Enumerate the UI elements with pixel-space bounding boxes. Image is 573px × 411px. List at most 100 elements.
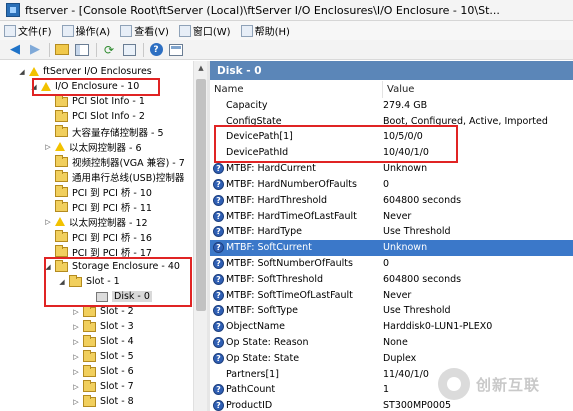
folder-icon <box>83 304 96 317</box>
property-row[interactable]: ? MTBF: SoftThreshold 604800 seconds <box>210 272 573 288</box>
folder-up-icon <box>55 44 69 55</box>
tree-item[interactable]: ◢ I/O Enclosure - 10 <box>30 79 139 94</box>
property-row[interactable]: ? Op State: State Duplex <box>210 351 573 367</box>
tree-item[interactable]: ▷ Slot - 4 <box>72 334 134 349</box>
property-row[interactable]: ? MTBF: SoftTimeOfLastFault Never <box>210 288 573 304</box>
collapse-arrow-icon[interactable]: ◢ <box>30 83 38 91</box>
property-row[interactable]: Capacity 279.4 GB <box>210 98 573 114</box>
expand-arrow-icon[interactable]: ▷ <box>72 353 80 361</box>
back-button[interactable]: ◀ <box>6 42 24 58</box>
folder-icon <box>83 349 96 362</box>
expand-arrow-icon[interactable]: ▷ <box>72 368 80 376</box>
expand-arrow-icon[interactable]: ▷ <box>44 143 52 151</box>
action-pane-button[interactable] <box>167 42 185 58</box>
tree-item[interactable]: 大容量存储控制器 - 5 <box>55 124 164 139</box>
menu-action[interactable]: 操作(A) <box>61 23 110 38</box>
info-icon: ? <box>213 179 224 191</box>
tree-item[interactable]: PCI 到 PCI 桥 - 17 <box>55 244 152 259</box>
tree-item[interactable]: PCI 到 PCI 桥 - 16 <box>55 229 152 244</box>
property-row-selected[interactable]: ? MTBF: SoftCurrent Unknown <box>210 240 573 256</box>
expand-arrow-icon[interactable]: ▷ <box>72 338 80 346</box>
tree-item[interactable]: ◢ Slot - 1 <box>58 274 120 289</box>
expand-arrow-icon[interactable]: ▷ <box>72 323 80 331</box>
warning-icon <box>55 217 65 226</box>
property-row[interactable]: ? ObjectName Harddisk0-LUN1-PLEX0 <box>210 319 573 335</box>
tree-item[interactable]: 通用串行总线(USB)控制器 <box>55 169 184 184</box>
tree-item[interactable]: ◢ Storage Enclosure - 40 <box>44 259 180 274</box>
refresh-icon: ⟳ <box>103 42 115 57</box>
folder-icon <box>55 184 68 197</box>
tree-toggle-icon <box>75 43 89 56</box>
expand-arrow-icon[interactable]: ▷ <box>72 383 80 391</box>
tree-item[interactable]: ▷ Slot - 5 <box>72 349 134 364</box>
tree-item[interactable]: ▷ 以太网控制器 - 6 <box>44 139 142 154</box>
refresh-button[interactable]: ⟳ <box>100 42 118 58</box>
tree-item[interactable]: ▷ Slot - 3 <box>72 319 134 334</box>
tree-item[interactable]: ▷ Slot - 6 <box>72 364 134 379</box>
collapse-arrow-icon[interactable]: ◢ <box>18 68 26 76</box>
info-icon: ? <box>213 226 224 238</box>
property-row[interactable]: ConfigState Boot, Configured, Active, Imp… <box>210 114 573 130</box>
info-icon: ? <box>213 321 224 333</box>
export-list-button[interactable] <box>120 42 138 58</box>
scroll-up-arrow-icon[interactable]: ▲ <box>194 61 208 75</box>
tree-item[interactable]: PCI Slot Info - 2 <box>55 109 145 124</box>
property-row[interactable]: DevicePathId 10/40/1/0 <box>210 145 573 161</box>
expand-arrow-icon[interactable]: ▷ <box>44 218 52 226</box>
collapse-arrow-icon[interactable]: ◢ <box>44 263 52 271</box>
property-row[interactable]: ? MTBF: SoftNumberOfFaults 0 <box>210 256 573 272</box>
folder-icon <box>55 154 68 167</box>
tree-item[interactable]: PCI 到 PCI 桥 - 11 <box>55 199 152 214</box>
property-row[interactable]: ? MTBF: SoftType Use Threshold <box>210 303 573 319</box>
tree-item[interactable]: ▷ Slot - 8 <box>72 394 134 409</box>
folder-icon <box>55 94 68 107</box>
info-icon: ? <box>213 290 224 302</box>
collapse-arrow-icon[interactable]: ◢ <box>58 278 66 286</box>
menu-file[interactable]: 文件(F) <box>4 23 52 38</box>
scrollbar-thumb[interactable] <box>196 79 206 311</box>
info-icon: ? <box>213 337 224 349</box>
tree-item[interactable]: ▷ Slot - 7 <box>72 379 134 394</box>
title-bar: ftserver - [Console Root\ftServer (Local… <box>0 0 573 21</box>
detail-header: Disk - 0 <box>210 61 573 80</box>
tree-item[interactable]: ▷ 以太网控制器 - 12 <box>44 214 148 229</box>
folder-icon <box>83 379 96 392</box>
info-icon: ? <box>213 195 224 207</box>
menu-window[interactable]: 窗口(W) <box>178 23 231 38</box>
property-row[interactable]: ? MTBF: HardThreshold 604800 seconds <box>210 193 573 209</box>
property-row[interactable]: ? Op State: Reason None <box>210 335 573 351</box>
menu-bar: 文件(F) 操作(A) 查看(V) 窗口(W) 帮助(H) <box>0 21 573 40</box>
watermark-logo-icon <box>438 368 470 400</box>
toolbar: ◀ ▶ ⟳ ? <box>0 40 573 60</box>
property-row[interactable]: ? MTBF: HardTimeOfLastFault Never <box>210 209 573 225</box>
arrow-left-icon: ◀ <box>10 42 20 57</box>
expand-arrow-icon[interactable]: ▷ <box>72 308 80 316</box>
up-one-level-button[interactable] <box>53 42 71 58</box>
property-row[interactable]: ? MTBF: HardNumberOfFaults 0 <box>210 177 573 193</box>
menu-help[interactable]: 帮助(H) <box>240 23 290 38</box>
help-button[interactable]: ? <box>147 42 165 58</box>
property-row[interactable]: ? MTBF: HardCurrent Unknown <box>210 161 573 177</box>
warning-icon <box>29 67 39 76</box>
info-icon: ? <box>213 274 224 286</box>
column-header-value[interactable]: Value <box>382 81 573 98</box>
tree-item[interactable]: Disk - 0 <box>96 289 152 304</box>
action-menu-icon <box>61 24 74 37</box>
column-header-name[interactable]: Name <box>214 81 382 98</box>
info-icon: ? <box>213 384 224 396</box>
tree-item[interactable]: PCI 到 PCI 桥 - 10 <box>55 184 152 199</box>
arrow-right-icon: ▶ <box>30 42 40 57</box>
menu-view[interactable]: 查看(V) <box>120 23 169 38</box>
tree-item[interactable]: ◢ ftServer I/O Enclosures <box>18 64 151 79</box>
show-hide-tree-button[interactable] <box>73 42 91 58</box>
property-row[interactable]: DevicePath[1] 10/5/0/0 <box>210 129 573 145</box>
tree-item[interactable]: ▷ Slot - 2 <box>72 304 134 319</box>
expand-arrow-icon[interactable]: ▷ <box>72 398 80 406</box>
property-row[interactable]: ? MTBF: HardType Use Threshold <box>210 224 573 240</box>
tree-scrollbar[interactable]: ▲ <box>193 61 207 411</box>
tree-item[interactable]: 视频控制器(VGA 兼容) - 7 <box>55 154 185 169</box>
tree-item[interactable]: PCI Slot Info - 1 <box>55 94 145 109</box>
folder-icon <box>83 334 96 347</box>
forward-button[interactable]: ▶ <box>26 42 44 58</box>
folder-icon <box>83 364 96 377</box>
